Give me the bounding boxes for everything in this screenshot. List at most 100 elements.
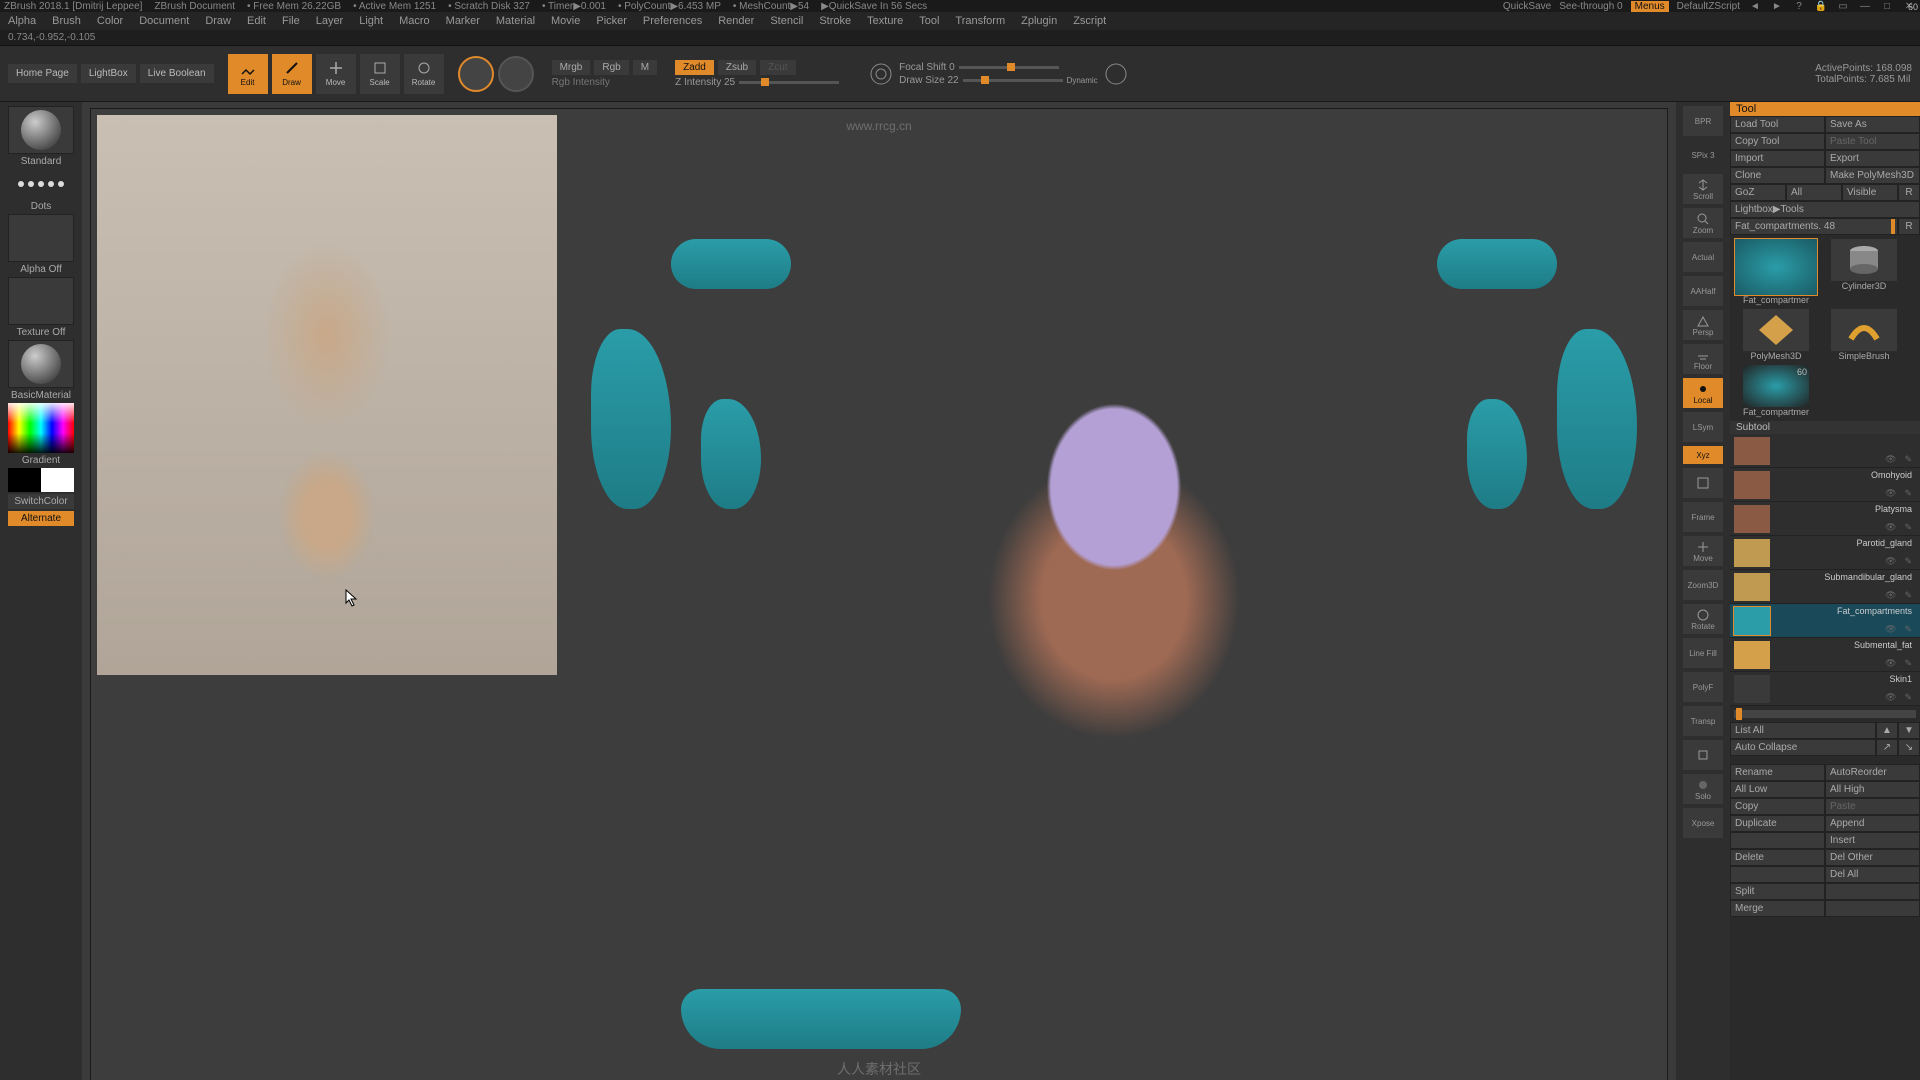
dynamic-label[interactable]: Dynamic [1067,76,1098,85]
zoom3d-button[interactable]: Zoom3D [1683,570,1723,600]
menu-layer[interactable]: Layer [316,15,344,27]
solo-button[interactable]: Solo [1683,774,1723,804]
tool-thumb-fat2[interactable]: 60Fat_compartmer [1734,365,1818,417]
tool-header[interactable]: Tool [1730,102,1920,116]
liveboolean-button[interactable]: Live Boolean [140,64,214,83]
move3d-button[interactable]: Move [1683,536,1723,566]
menu-preferences[interactable]: Preferences [643,15,702,27]
default-zscript[interactable]: DefaultZScript [1677,1,1740,12]
subtool-item[interactable]: Platysma👁✎ [1730,502,1920,536]
menu-macro[interactable]: Macro [399,15,430,27]
minimize-icon[interactable]: — [1858,0,1872,13]
split-button[interactable]: Split [1730,883,1825,900]
arrow-left-icon[interactable]: ◄ [1748,0,1762,13]
make-polymesh-button[interactable]: Make PolyMesh3D [1825,167,1920,184]
paste-tool-button[interactable]: Paste Tool [1825,133,1920,150]
menu-render[interactable]: Render [718,15,754,27]
append-button[interactable]: Append [1825,815,1920,832]
tool-slider[interactable]: Fat_compartments. 48 [1730,218,1898,235]
del-all-button[interactable]: Del All [1825,866,1920,883]
tool-thumb-polymesh[interactable]: PolyMesh3D [1734,309,1818,361]
delete-button[interactable]: Delete [1730,849,1825,866]
actual-button[interactable]: Actual [1683,242,1723,272]
move-down-button[interactable]: ▼ [1898,722,1920,739]
menu-light[interactable]: Light [359,15,383,27]
linefill-button[interactable]: Line Fill [1683,638,1723,668]
stroke-thumb[interactable] [8,169,74,199]
quicksave-button[interactable]: QuickSave [1503,1,1551,12]
scale-mode-button[interactable]: Scale [360,54,400,94]
scroll-button[interactable]: Scroll [1683,174,1723,204]
menu-material[interactable]: Material [496,15,535,27]
auto-collapse-button[interactable]: Auto Collapse [1730,739,1876,756]
rotate-mode-button[interactable]: Rotate [404,54,444,94]
xpose-button[interactable]: Xpose [1683,808,1723,838]
subtool-item[interactable]: Omohyoid👁✎ [1730,468,1920,502]
menu-alpha[interactable]: Alpha [8,15,36,27]
lightbox-button[interactable]: LightBox [81,64,136,83]
import-button[interactable]: Import [1730,150,1825,167]
copy-subtool-button[interactable]: Copy [1730,798,1825,815]
ghost-icon[interactable] [1683,740,1723,770]
subtool-item[interactable]: Submental_fat👁✎ [1730,638,1920,672]
menu-movie[interactable]: Movie [551,15,580,27]
subtool-item[interactable]: Parotid_gland👁✎ [1730,536,1920,570]
subtool-item[interactable]: Skin1👁✎ [1730,672,1920,706]
focal-shift-slider[interactable]: Focal Shift 0 [899,62,955,73]
homepage-button[interactable]: Home Page [8,64,77,83]
m-button[interactable]: M [633,60,657,75]
move-up-button[interactable]: ▲ [1876,722,1898,739]
tool-thumb-main[interactable]: 60Fat_compartmer [1734,239,1818,305]
copy-tool-button[interactable]: Copy Tool [1730,133,1825,150]
menu-brush[interactable]: Brush [52,15,81,27]
menu-tool[interactable]: Tool [919,15,939,27]
menu-color[interactable]: Color [97,15,123,27]
material-thumb[interactable] [8,340,74,388]
sculptris-circle-icon[interactable] [498,56,534,92]
aahalf-button[interactable]: AAHalf [1683,276,1723,306]
rotate3d-button[interactable]: Rotate [1683,604,1723,634]
subtool-item[interactable]: Submandibular_gland👁✎ [1730,570,1920,604]
xyz-button[interactable]: Xyz [1683,446,1723,464]
switchcolor-button[interactable]: SwitchColor [8,494,74,509]
del-other-button[interactable]: Del Other [1825,849,1920,866]
help-icon[interactable]: ? [1792,0,1806,13]
menu-document[interactable]: Document [139,15,189,27]
export-button[interactable]: Export [1825,150,1920,167]
menu-file[interactable]: File [282,15,300,27]
clone-button[interactable]: Clone [1730,167,1825,184]
zadd-button[interactable]: Zadd [675,60,714,75]
subtool-item[interactable]: 👁✎ [1730,434,1920,468]
goz-r-button[interactable]: R [1898,184,1920,201]
mrgb-button[interactable]: Mrgb [552,60,591,75]
lock-icon[interactable]: 🔒 [1814,0,1828,13]
subtool-header[interactable]: Subtool [1730,421,1920,434]
tool-thumb-simplebrush[interactable]: SimpleBrush [1822,309,1906,361]
tool-thumb-cylinder[interactable]: Cylinder3D [1822,239,1906,305]
color-picker[interactable] [8,403,74,453]
rgb-button[interactable]: Rgb [594,60,628,75]
rgb-intensity-label[interactable]: Rgb Intensity [552,77,658,88]
alternate-button[interactable]: Alternate [8,511,74,526]
menu-edit[interactable]: Edit [247,15,266,27]
local-button[interactable]: Local [1683,378,1723,408]
transp-button[interactable]: Transp [1683,706,1723,736]
all-high-button[interactable]: All High [1825,781,1920,798]
paste-subtool-button[interactable]: Paste [1825,798,1920,815]
arrow-right-icon[interactable]: ► [1770,0,1784,13]
viewport-canvas[interactable]: www.rrcg.cn 人人素材社区 [82,102,1676,1080]
subtool-item-selected[interactable]: Fat_compartments👁✎ [1730,604,1920,638]
texture-thumb[interactable] [8,277,74,325]
merge-button[interactable]: Merge [1730,900,1825,917]
menu-stroke[interactable]: Stroke [819,15,851,27]
menu-texture[interactable]: Texture [867,15,903,27]
lightbox-tools-button[interactable]: Lightbox▶Tools [1730,201,1920,218]
all-low-button[interactable]: All Low [1730,781,1825,798]
menu-picker[interactable]: Picker [596,15,627,27]
gradient-label[interactable]: Gradient [22,455,60,466]
menu-zplugin[interactable]: Zplugin [1021,15,1057,27]
menu-draw[interactable]: Draw [205,15,231,27]
goz-all-button[interactable]: All [1786,184,1842,201]
list-all-button[interactable]: List All [1730,722,1876,739]
subtool-scrollbar[interactable] [1734,710,1916,718]
